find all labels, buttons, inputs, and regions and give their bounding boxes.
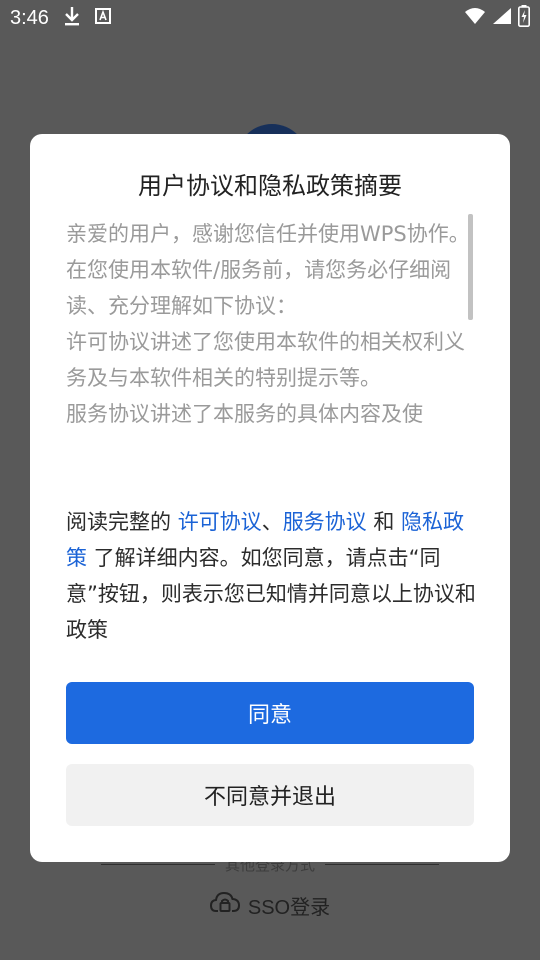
agree-button[interactable]: 同意 [66,682,474,744]
cloud-lock-icon [209,890,240,920]
agreement-notice: 阅读完整的 许可协议、服务协议 和 隐私政策 了解详细内容。如您同意，请点击“同… [66,504,476,648]
sso-login-label: SSO登录 [247,896,331,919]
summary-scroll-area[interactable]: 亲爱的用户，感谢您信任并使用WPS协作。 在您使用本软件/服务前，请您务必仔细阅… [66,216,474,462]
disagree-exit-button[interactable]: 不同意并退出 [66,764,474,826]
license-agreement-link[interactable]: 许可协议 [178,510,262,534]
notice-and: 和 [366,510,402,534]
agreement-dialog: 用户协议和隐私政策摘要 亲爱的用户，感谢您信任并使用WPS协作。 在您使用本软件… [30,134,510,862]
status-right [464,5,530,31]
summary-text: 亲爱的用户，感谢您信任并使用WPS协作。 在您使用本软件/服务前，请您务必仔细阅… [66,222,470,426]
summary-scrollbar[interactable] [468,214,473,320]
sso-login-button[interactable]: SSO登录 [0,888,540,922]
dialog-title: 用户协议和隐私政策摘要 [138,172,402,200]
text-icon [94,8,111,28]
notice-prefix: 阅读完整的 [66,510,178,534]
status-time: 3:46 [10,6,49,29]
battery-charging-icon [518,5,530,31]
status-left: 3:46 [10,6,111,30]
notice-separator: 、 [261,510,283,534]
wifi-icon [464,7,486,29]
divider-line [325,863,439,865]
download-icon [63,6,81,30]
signal-icon [492,7,512,29]
service-agreement-link[interactable]: 服务协议 [283,510,367,534]
notice-suffix: 了解详细内容。如您同意，请点击“同意”按钮，则表示您已知情并同意以上协议和政策 [66,546,476,642]
divider-line [100,863,215,865]
status-bar: 3:46 [0,0,540,36]
